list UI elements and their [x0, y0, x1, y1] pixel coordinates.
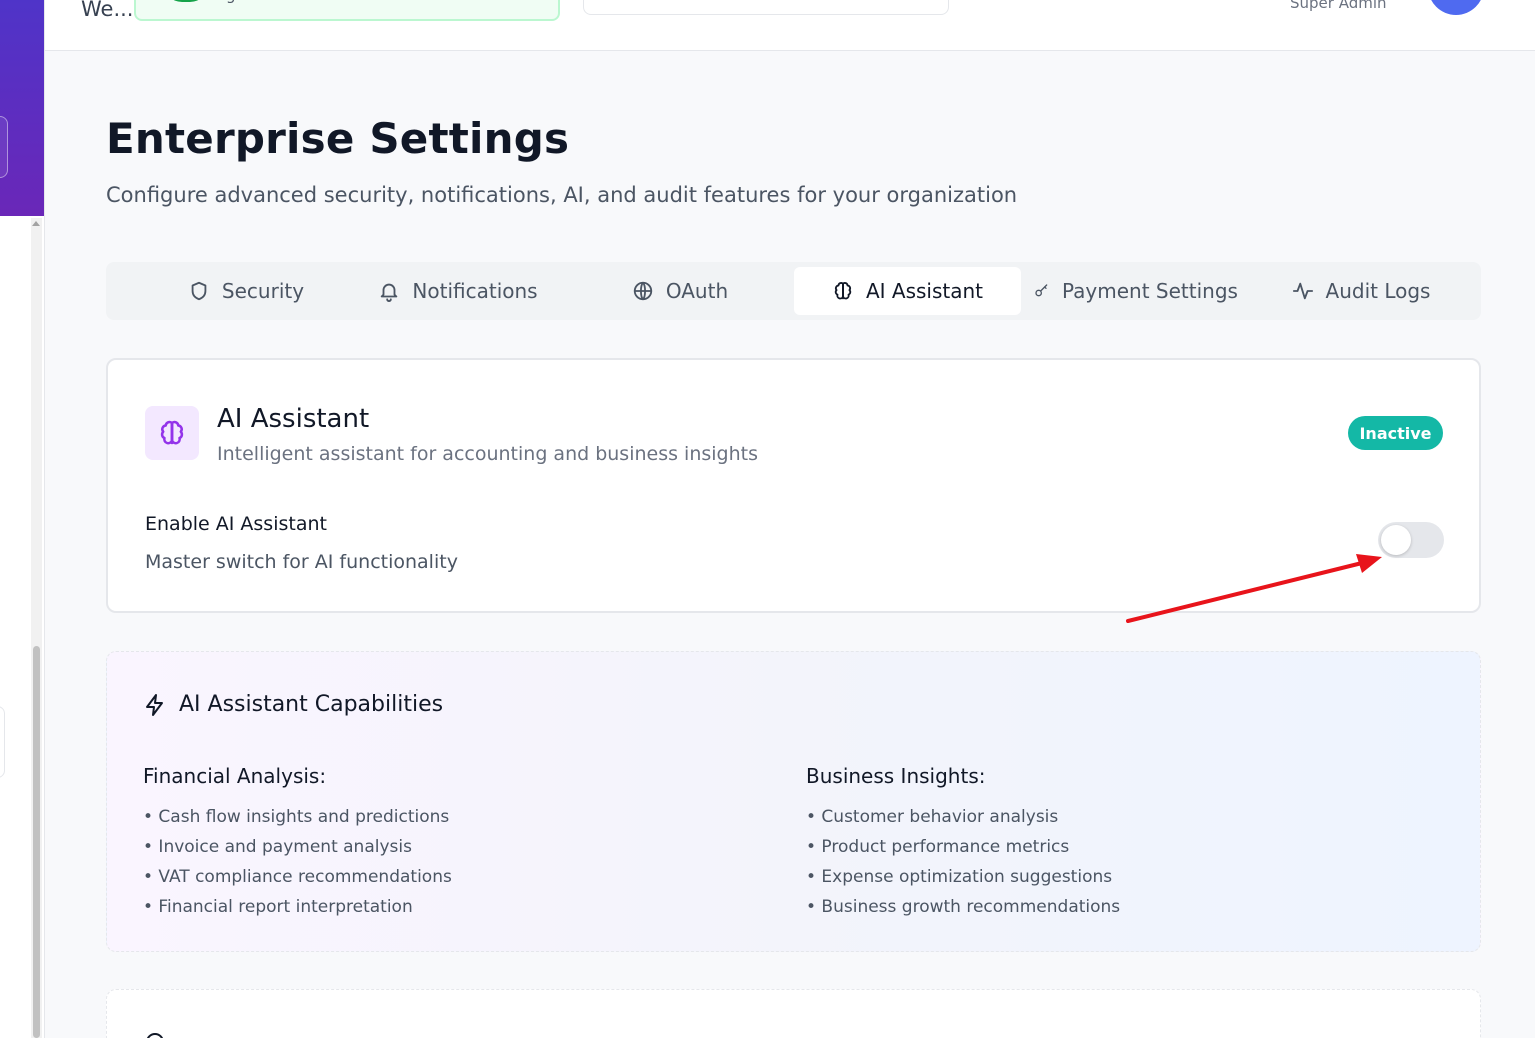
business-insights-column: Business Insights: • Customer behavior a… — [806, 764, 1120, 922]
activity-icon — [1292, 282, 1313, 300]
company-name: general — [226, 0, 283, 4]
sidebar-company-chip[interactable] — [0, 116, 8, 178]
lightning-icon — [146, 693, 163, 716]
list-item: • Invoice and payment analysis — [143, 837, 412, 857]
sidebar-card[interactable] — [0, 706, 5, 778]
list-item: • Expense optimization suggestions — [806, 867, 1113, 887]
column-title: Financial Analysis: — [143, 764, 327, 788]
tab-label: AI Assistant — [865, 279, 984, 303]
key-icon — [1035, 284, 1048, 297]
tab-label: OAuth — [665, 279, 729, 303]
avatar[interactable] — [1428, 0, 1484, 15]
list-item: • Cash flow insights and predictions — [143, 807, 450, 827]
search-input[interactable] — [583, 0, 949, 15]
bell-icon — [381, 283, 398, 302]
tab-label: Security — [221, 279, 305, 303]
list-item: • Customer behavior analysis — [806, 807, 1059, 827]
top-header: We... general Super Admin — [45, 0, 1535, 51]
list-item: • Financial report interpretation — [143, 897, 413, 917]
page-subtitle: Configure advanced security, notificatio… — [106, 183, 1018, 207]
settings-tabs: Security Notifications OAuth AI Assistan… — [106, 262, 1481, 320]
tab-oauth[interactable]: OAuth — [580, 267, 780, 315]
ai-configuration-panel — [106, 989, 1481, 1038]
enable-ai-label: Enable AI Assistant — [145, 513, 327, 535]
tab-payment-settings[interactable]: Payment Settings — [1031, 267, 1241, 315]
sidebar-brand-area — [0, 0, 44, 216]
capabilities-panel: AI Assistant Capabilities Financial Anal… — [106, 651, 1481, 952]
tab-ai-assistant[interactable]: AI Assistant — [794, 267, 1021, 315]
card-title: AI Assistant — [217, 404, 370, 434]
column-title: Business Insights: — [806, 764, 986, 788]
user-role: Super Admin — [1290, 0, 1387, 12]
capabilities-header: AI Assistant Capabilities — [143, 692, 443, 717]
enable-ai-toggle[interactable] — [1378, 522, 1444, 558]
scroll-up-arrow-icon[interactable] — [32, 221, 40, 226]
list-item: • Business growth recommendations — [806, 897, 1121, 917]
sidebar — [0, 0, 45, 1038]
tab-notifications[interactable]: Notifications — [358, 267, 558, 315]
ai-icon-box — [145, 406, 199, 460]
enable-ai-description: Master switch for AI functionality — [145, 551, 458, 573]
sidebar-scroll-thumb[interactable] — [33, 646, 40, 1038]
tab-security[interactable]: Security — [146, 267, 346, 315]
brain-icon — [834, 282, 852, 300]
list-item: • Product performance metrics — [806, 837, 1070, 857]
company-avatar — [164, 0, 208, 2]
toggle-knob — [1381, 525, 1411, 555]
card-description: Intelligent assistant for accounting and… — [217, 443, 759, 465]
status-badge: Inactive — [1348, 416, 1443, 450]
financial-analysis-column: Financial Analysis: • Cash flow insights… — [143, 764, 452, 922]
globe-icon — [633, 281, 653, 301]
tab-label: Notifications — [412, 279, 538, 303]
header-title: We... — [81, 0, 134, 21]
capabilities-title: AI Assistant Capabilities — [179, 692, 444, 717]
list-item: • VAT compliance recommendations — [143, 867, 452, 887]
tab-audit-logs[interactable]: Audit Logs — [1276, 267, 1446, 315]
tab-label: Payment Settings — [1062, 279, 1238, 303]
brain-icon — [160, 420, 184, 445]
gear-icon — [146, 1033, 164, 1038]
company-selector[interactable]: general — [134, 0, 560, 21]
tab-label: Audit Logs — [1325, 279, 1431, 303]
page-title: Enterprise Settings — [106, 114, 570, 163]
ai-assistant-card: AI Assistant Intelligent assistant for a… — [106, 358, 1481, 613]
shield-icon — [191, 281, 207, 301]
